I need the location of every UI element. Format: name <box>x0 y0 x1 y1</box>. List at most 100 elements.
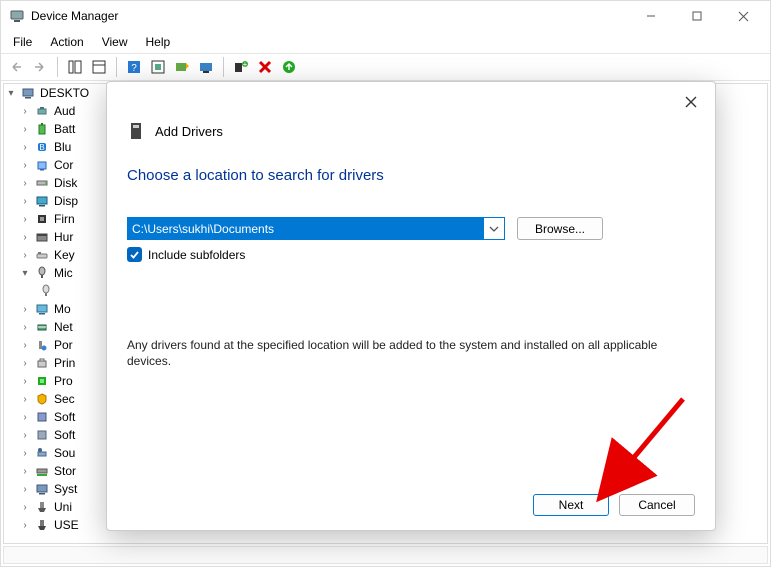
chevron-right-icon[interactable]: › <box>20 358 30 369</box>
chevron-right-icon[interactable]: › <box>20 376 30 387</box>
menu-help[interactable]: Help <box>138 33 179 51</box>
tree-item[interactable]: ›Disk <box>4 174 112 192</box>
chevron-right-icon[interactable]: › <box>20 142 30 153</box>
properties-button[interactable] <box>88 56 110 78</box>
tree-root[interactable]: ▾ DESKTO <box>4 84 112 102</box>
tree-item[interactable]: ▾Mic <box>4 264 112 282</box>
add-driver-button[interactable]: + <box>230 56 252 78</box>
tree-label: Aud <box>54 104 75 118</box>
window-title: Device Manager <box>31 9 118 23</box>
tree-item[interactable]: ›Disp <box>4 192 112 210</box>
device-category-icon <box>34 463 50 479</box>
app-icon <box>9 8 25 24</box>
tree-item[interactable]: ›Mo <box>4 300 112 318</box>
cancel-button[interactable]: Cancel <box>619 494 695 516</box>
menu-action[interactable]: Action <box>42 33 91 51</box>
chevron-right-icon[interactable]: › <box>20 196 30 207</box>
tree-item[interactable]: ›Uni <box>4 498 112 516</box>
menu-file[interactable]: File <box>5 33 40 51</box>
device-category-icon <box>34 247 50 263</box>
chevron-right-icon[interactable]: › <box>20 484 30 495</box>
chevron-right-icon[interactable]: › <box>20 412 30 423</box>
tree-item[interactable]: › B Blu <box>4 138 112 156</box>
tree-item[interactable]: ›Syst <box>4 480 112 498</box>
tree-label: Blu <box>54 140 71 154</box>
scan-button[interactable] <box>147 56 169 78</box>
path-value[interactable]: C:\Users\sukhi\Documents <box>128 218 484 239</box>
chevron-right-icon[interactable]: › <box>20 250 30 261</box>
minimize-button[interactable] <box>628 1 674 31</box>
chevron-right-icon[interactable]: › <box>20 394 30 405</box>
help-button[interactable]: ? <box>123 56 145 78</box>
chevron-right-icon[interactable]: › <box>20 466 30 477</box>
tree-item[interactable]: ›Cor <box>4 156 112 174</box>
forward-button[interactable] <box>29 56 51 78</box>
computer-icon <box>20 85 36 101</box>
tree-item[interactable]: ›Pro <box>4 372 112 390</box>
device-category-icon <box>34 409 50 425</box>
tree-item[interactable]: › Firn <box>4 210 112 228</box>
titlebar: Device Manager <box>1 1 770 31</box>
close-button[interactable] <box>720 1 766 31</box>
tree-label: Stor <box>54 464 76 478</box>
browse-button[interactable]: Browse... <box>517 217 603 240</box>
tree-label: Net <box>54 320 73 334</box>
device-category-icon <box>34 517 50 533</box>
chevron-right-icon[interactable]: › <box>20 160 30 171</box>
chevron-right-icon[interactable]: › <box>20 178 30 189</box>
device-category-icon: B <box>34 139 50 155</box>
dialog-close-button[interactable] <box>677 88 705 116</box>
chevron-down-icon[interactable]: ▾ <box>6 88 16 99</box>
tree-item[interactable]: › Aud <box>4 102 112 120</box>
device-category-icon <box>34 445 50 461</box>
show-hide-tree-button[interactable] <box>64 56 86 78</box>
path-combobox[interactable]: C:\Users\sukhi\Documents <box>127 217 505 240</box>
scan-hardware-button[interactable] <box>195 56 217 78</box>
chevron-right-icon[interactable]: › <box>20 448 30 459</box>
tree-item[interactable]: ›Soft <box>4 426 112 444</box>
tree-item[interactable]: ›Sou <box>4 444 112 462</box>
chevron-right-icon[interactable]: › <box>20 214 30 225</box>
update-driver-button[interactable] <box>171 56 193 78</box>
next-button[interactable]: Next <box>533 494 609 516</box>
include-subfolders-checkbox[interactable] <box>127 247 142 262</box>
device-category-icon <box>34 193 50 209</box>
chevron-right-icon[interactable]: › <box>20 232 30 243</box>
chevron-right-icon[interactable]: › <box>20 124 30 135</box>
chevron-right-icon[interactable]: › <box>20 502 30 513</box>
chevron-right-icon[interactable]: › <box>20 304 30 315</box>
maximize-button[interactable] <box>674 1 720 31</box>
chevron-right-icon[interactable]: › <box>20 340 30 351</box>
device-category-icon <box>34 337 50 353</box>
chevron-right-icon[interactable]: › <box>20 520 30 531</box>
chevron-down-icon[interactable]: ▾ <box>20 268 30 279</box>
enable-button[interactable] <box>278 56 300 78</box>
tree-item[interactable]: ›USE <box>4 516 112 534</box>
tree-label: Firn <box>54 212 75 226</box>
tree-item[interactable] <box>4 282 112 300</box>
chevron-right-icon[interactable]: › <box>20 106 30 117</box>
back-button[interactable] <box>5 56 27 78</box>
tree-item[interactable]: › Sec <box>4 390 112 408</box>
tree-label: Por <box>54 338 73 352</box>
uninstall-button[interactable] <box>254 56 276 78</box>
tree-item[interactable]: › Stor <box>4 462 112 480</box>
driver-icon <box>127 122 145 140</box>
device-tree[interactable]: ▾ DESKTO ›Aud›Batt›BBlu›Cor›Disk›Disp›Fi… <box>4 84 112 543</box>
chevron-right-icon[interactable]: › <box>20 430 30 441</box>
tree-label: Sec <box>54 392 75 406</box>
include-subfolders-label: Include subfolders <box>148 248 245 262</box>
chevron-down-icon[interactable] <box>484 224 504 234</box>
menu-view[interactable]: View <box>94 33 136 51</box>
device-category-icon <box>34 499 50 515</box>
tree-item[interactable]: ›Key <box>4 246 112 264</box>
chevron-right-icon[interactable]: › <box>20 322 30 333</box>
tree-item[interactable]: ›Batt <box>4 120 112 138</box>
device-category-icon <box>34 355 50 371</box>
tree-item[interactable]: ›Hur <box>4 228 112 246</box>
tree-item[interactable]: › Net <box>4 318 112 336</box>
tree-item[interactable]: ›Prin <box>4 354 112 372</box>
tree-item[interactable]: ›Soft <box>4 408 112 426</box>
toolbar: ? + <box>1 53 770 81</box>
tree-item[interactable]: › Por <box>4 336 112 354</box>
